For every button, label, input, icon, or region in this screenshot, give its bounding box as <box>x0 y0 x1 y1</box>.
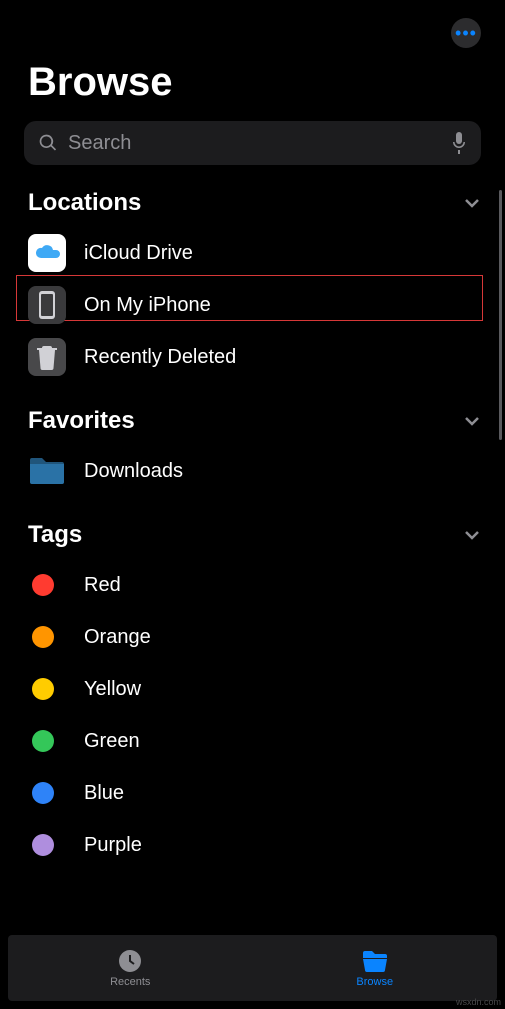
location-item-on-my-iphone[interactable]: On My iPhone <box>28 279 505 331</box>
chevron-down-icon <box>463 194 481 212</box>
nav-label: Recents <box>110 976 150 988</box>
scrollbar[interactable] <box>499 190 502 440</box>
search-bar[interactable] <box>24 121 481 165</box>
tag-item-yellow[interactable]: Yellow <box>28 663 505 715</box>
tag-item-green[interactable]: Green <box>28 715 505 767</box>
row-label: On My iPhone <box>84 294 211 317</box>
favorites-list: Downloads <box>28 445 505 497</box>
nav-item-recents[interactable]: Recents <box>8 935 253 1001</box>
tags-list: Red Orange Yellow Green Blue Purple <box>28 559 505 871</box>
tag-dot-icon <box>32 678 54 700</box>
section-header-tags[interactable]: Tags <box>28 521 505 555</box>
tag-dot-icon <box>32 626 54 648</box>
chevron-down-icon <box>463 412 481 430</box>
folder-open-icon <box>361 948 389 974</box>
favorite-item-downloads[interactable]: Downloads <box>28 445 505 497</box>
content-scroll[interactable]: Locations iCloud Drive On My iPhone Rece… <box>0 189 505 933</box>
tag-dot-icon <box>32 834 54 856</box>
tag-item-orange[interactable]: Orange <box>28 611 505 663</box>
tag-dot-icon <box>32 782 54 804</box>
row-label: Purple <box>84 834 142 857</box>
tag-item-blue[interactable]: Blue <box>28 767 505 819</box>
row-label: Downloads <box>84 460 183 483</box>
row-label: Green <box>84 730 140 753</box>
location-item-icloud-drive[interactable]: iCloud Drive <box>28 227 505 279</box>
row-label: Orange <box>84 626 151 649</box>
search-input[interactable] <box>58 132 451 155</box>
row-label: Blue <box>84 782 124 805</box>
clock-icon <box>116 948 144 974</box>
tag-dot-icon <box>32 730 54 752</box>
tag-dot-icon <box>32 574 54 596</box>
row-label: Recently Deleted <box>84 346 236 369</box>
mic-icon[interactable] <box>451 132 467 154</box>
section-title: Tags <box>28 521 82 549</box>
folder-icon <box>28 452 66 490</box>
locations-list: iCloud Drive On My iPhone Recently Delet… <box>28 227 505 383</box>
chevron-down-icon <box>463 526 481 544</box>
nav-label: Browse <box>356 976 393 988</box>
row-label: iCloud Drive <box>84 242 193 265</box>
row-label: Red <box>84 574 121 597</box>
search-icon <box>38 133 58 153</box>
nav-item-browse[interactable]: Browse <box>253 935 498 1001</box>
location-item-recently-deleted[interactable]: Recently Deleted <box>28 331 505 383</box>
phone-icon <box>28 286 66 324</box>
section-title: Locations <box>28 189 141 217</box>
section-header-favorites[interactable]: Favorites <box>28 407 505 441</box>
section-header-locations[interactable]: Locations <box>28 189 505 223</box>
more-button[interactable]: ••• <box>451 18 481 48</box>
icloud-icon <box>28 234 66 272</box>
tag-item-red[interactable]: Red <box>28 559 505 611</box>
bottom-nav: Recents Browse <box>8 935 497 1001</box>
section-title: Favorites <box>28 407 135 435</box>
page-title: Browse <box>0 48 505 121</box>
row-label: Yellow <box>84 678 141 701</box>
trash-icon <box>28 338 66 376</box>
tag-item-purple[interactable]: Purple <box>28 819 505 871</box>
watermark: wsxdn.com <box>456 997 501 1007</box>
